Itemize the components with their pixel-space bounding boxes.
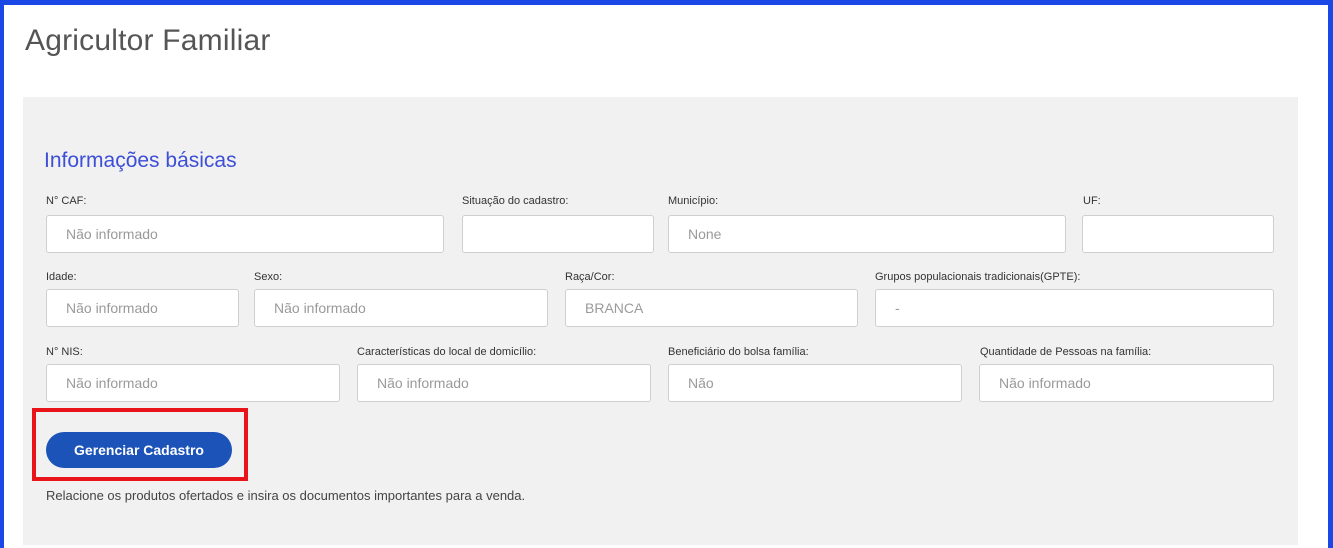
raca-field[interactable] xyxy=(565,289,858,327)
pessoas-field[interactable] xyxy=(979,364,1274,402)
caf-label: N° CAF: xyxy=(46,195,87,207)
page-title: Agricultor Familiar xyxy=(25,24,271,57)
caf-field[interactable] xyxy=(46,215,444,253)
bolsa-label: Beneficiário do bolsa família: xyxy=(668,346,809,358)
help-text: Relacione os produtos ofertados e insira… xyxy=(46,488,526,503)
idade-field[interactable] xyxy=(46,289,239,327)
idade-label: Idade: xyxy=(46,271,77,283)
sexo-field[interactable] xyxy=(254,289,548,327)
bolsa-field[interactable] xyxy=(668,364,962,402)
situacao-label: Situação do cadastro: xyxy=(462,195,569,207)
local-label: Características do local de domicílio: xyxy=(357,346,537,358)
situacao-field[interactable] xyxy=(462,215,654,253)
manage-registration-button[interactable]: Gerenciar Cadastro xyxy=(46,432,232,468)
nis-field[interactable] xyxy=(46,364,340,402)
local-field[interactable] xyxy=(357,364,651,402)
nis-label: N° NIS: xyxy=(46,346,83,358)
uf-label: UF: xyxy=(1083,195,1101,207)
raca-label: Raça/Cor: xyxy=(565,271,615,283)
sexo-label: Sexo: xyxy=(254,271,283,283)
uf-field[interactable] xyxy=(1082,215,1274,253)
pessoas-label: Quantidade de Pessoas na família: xyxy=(980,346,1152,358)
municipio-field[interactable] xyxy=(668,215,1066,253)
municipio-label: Município: xyxy=(668,195,719,207)
gpte-field[interactable] xyxy=(875,289,1274,327)
section-title: Informações básicas xyxy=(44,149,237,172)
gpte-label: Grupos populacionais tradicionais(GPTE): xyxy=(875,271,1081,283)
